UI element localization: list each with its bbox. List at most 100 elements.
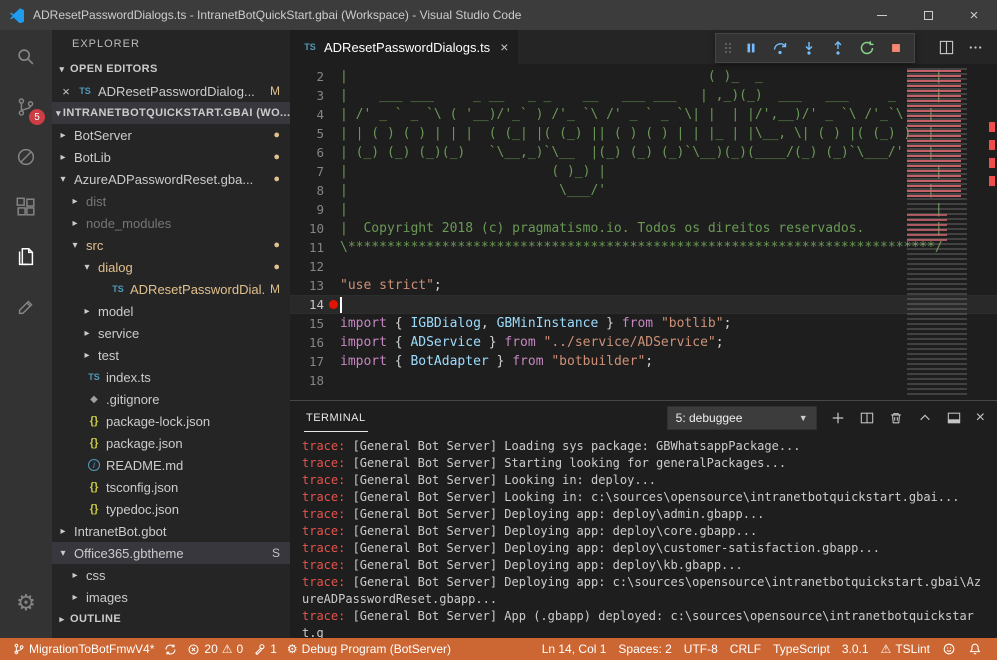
tree-item-package-lock-json[interactable]: {}package-lock.json	[52, 410, 290, 432]
code-line-16: 16import { ADService } from "../service/…	[290, 333, 997, 352]
window-title: ADResetPasswordDialogs.ts - IntranetBotQ…	[33, 8, 521, 22]
twistie-icon: ▸	[56, 152, 70, 163]
line-number[interactable]: 8	[290, 181, 340, 200]
line-number[interactable]: 3	[290, 86, 340, 105]
ts-version-item[interactable]: 3.0.1	[837, 638, 874, 660]
edit-activity-button[interactable]	[0, 282, 52, 332]
close-window-button[interactable]: ×	[951, 0, 997, 30]
line-number[interactable]: 14	[290, 295, 340, 314]
tab-close-icon[interactable]: ×	[500, 39, 508, 55]
line-number[interactable]: 16	[290, 333, 340, 352]
tree-item-test[interactable]: ▸test	[52, 344, 290, 366]
stop-button[interactable]	[883, 35, 909, 61]
editor-group: TS ADResetPasswordDialogs.ts ×	[290, 30, 997, 638]
line-number[interactable]: 15	[290, 314, 340, 333]
outline-header[interactable]: ▸ OUTLINE	[52, 608, 290, 630]
tree-item-office365-gbtheme[interactable]: ▾Office365.gbthemeS	[52, 542, 290, 564]
tree-item-images[interactable]: ▸images	[52, 586, 290, 608]
git-branch-item[interactable]: MigrationToBotFmwV4*	[8, 638, 159, 660]
tslint-item[interactable]: ⚠ TSLint	[876, 638, 935, 660]
feedback-item[interactable]	[937, 638, 961, 660]
notifications-item[interactable]	[963, 638, 987, 660]
tree-item-intranetbot-gbot[interactable]: ▸IntranetBot.gbot	[52, 520, 290, 542]
tree-item-package-json[interactable]: {}package.json	[52, 432, 290, 454]
sync-button[interactable]	[159, 638, 182, 660]
new-terminal-icon[interactable]	[831, 411, 845, 425]
open-editors-header[interactable]: ▾ OPEN EDITORS	[52, 58, 290, 80]
panel-layout-icon[interactable]	[947, 411, 961, 425]
line-number[interactable]: 2	[290, 67, 340, 86]
drag-handle-icon[interactable]	[721, 40, 735, 56]
tab-adresetpassworddialogs[interactable]: TS ADResetPasswordDialogs.ts ×	[290, 30, 518, 64]
line-number[interactable]: 4	[290, 105, 340, 124]
code-editor[interactable]: 2| ( )_ _ |3| ___ ___ _ __ _ _ __ ___ __…	[290, 64, 997, 400]
line-number[interactable]: 12	[290, 257, 340, 276]
restart-button[interactable]	[854, 35, 880, 61]
close-panel-icon[interactable]: ×	[976, 410, 985, 426]
code-text: | | ( ) ( ) | | | ( (_| |( (_) || ( ) ( …	[340, 124, 935, 143]
line-number[interactable]: 17	[290, 352, 340, 371]
split-terminal-icon[interactable]	[860, 411, 874, 425]
tree-item-readme-md[interactable]: iREADME.md	[52, 454, 290, 476]
close-editor-icon[interactable]: ×	[60, 84, 72, 99]
tree-item-node-modules[interactable]: ▸node_modules	[52, 212, 290, 234]
line-number[interactable]: 11	[290, 238, 340, 257]
tree-item-typedoc-json[interactable]: {}typedoc.json	[52, 498, 290, 520]
kill-terminal-icon[interactable]	[889, 411, 903, 425]
terminal-instance-selector[interactable]: 5: debuggee ▼	[667, 406, 817, 430]
twistie-icon: ▸	[80, 328, 94, 339]
maximize-button[interactable]	[905, 0, 951, 30]
minimap[interactable]	[907, 68, 967, 398]
line-number[interactable]: 9	[290, 200, 340, 219]
line-number[interactable]: 18	[290, 371, 340, 390]
search-activity-button[interactable]	[0, 32, 52, 82]
split-editor-icon[interactable]	[939, 40, 954, 55]
step-into-button[interactable]	[796, 35, 822, 61]
maximize-panel-icon[interactable]	[918, 411, 932, 425]
line-number[interactable]: 6	[290, 143, 340, 162]
pause-button[interactable]	[738, 35, 764, 61]
breakpoint-icon[interactable]	[329, 300, 338, 309]
terminal-line: trace: [General Bot Server] Deploying ap…	[302, 506, 985, 523]
line-number[interactable]: 5	[290, 124, 340, 143]
open-editor-item[interactable]: ×TSADResetPasswordDialog...M	[52, 80, 290, 102]
explorer-activity-button[interactable]	[0, 232, 52, 282]
language-item[interactable]: TypeScript	[768, 638, 835, 660]
tree-item-azureadpasswordreset-gba[interactable]: ▾AzureADPasswordReset.gba...●	[52, 168, 290, 190]
tree-item-botlib[interactable]: ▸BotLib●	[52, 146, 290, 168]
line-number[interactable]: 7	[290, 162, 340, 181]
tree-item-model[interactable]: ▸model	[52, 300, 290, 322]
workspace-header[interactable]: ▾ INTRANETBOTQUICKSTART.GBAI (WO...	[52, 102, 290, 124]
source-control-activity-button[interactable]: 5	[0, 82, 52, 132]
eol-item[interactable]: CRLF	[725, 638, 766, 660]
tree-item-dialog[interactable]: ▾dialog●	[52, 256, 290, 278]
terminal-output[interactable]: trace: [General Bot Server] Loading sys …	[290, 435, 997, 638]
minimap-highlight	[907, 214, 947, 242]
tools-item[interactable]: 1	[248, 638, 282, 660]
tree-item-css[interactable]: ▸css	[52, 564, 290, 586]
tree-item-tsconfig-json[interactable]: {}tsconfig.json	[52, 476, 290, 498]
tree-item-gitignore[interactable]: ◆.gitignore	[52, 388, 290, 410]
cursor-position-item[interactable]: Ln 14, Col 1	[537, 638, 612, 660]
step-over-button[interactable]	[767, 35, 793, 61]
more-actions-icon[interactable]	[968, 40, 983, 55]
debug-activity-button[interactable]	[0, 132, 52, 182]
terminal-tab[interactable]: TERMINAL	[304, 404, 368, 432]
tree-item-botserver[interactable]: ▸BotServer●	[52, 124, 290, 146]
step-out-button[interactable]	[825, 35, 851, 61]
tree-item-dist[interactable]: ▸dist	[52, 190, 290, 212]
settings-button[interactable]: ⚙	[0, 578, 52, 628]
encoding-item[interactable]: UTF-8	[679, 638, 723, 660]
debug-program-item[interactable]: ⚙ Debug Program (BotServer)	[282, 638, 456, 660]
extensions-activity-button[interactable]	[0, 182, 52, 232]
problems-item[interactable]: 20 ⚠ 0	[182, 638, 248, 660]
indentation-item[interactable]: Spaces: 2	[613, 638, 676, 660]
tree-item-src[interactable]: ▾src●	[52, 234, 290, 256]
tools-count: 1	[270, 642, 277, 656]
tree-item-index-ts[interactable]: TSindex.ts	[52, 366, 290, 388]
tree-item-service[interactable]: ▸service	[52, 322, 290, 344]
tree-item-adresetpassworddial[interactable]: TSADResetPasswordDial...M	[52, 278, 290, 300]
line-number[interactable]: 13	[290, 276, 340, 295]
line-number[interactable]: 10	[290, 219, 340, 238]
minimize-button[interactable]	[859, 0, 905, 30]
